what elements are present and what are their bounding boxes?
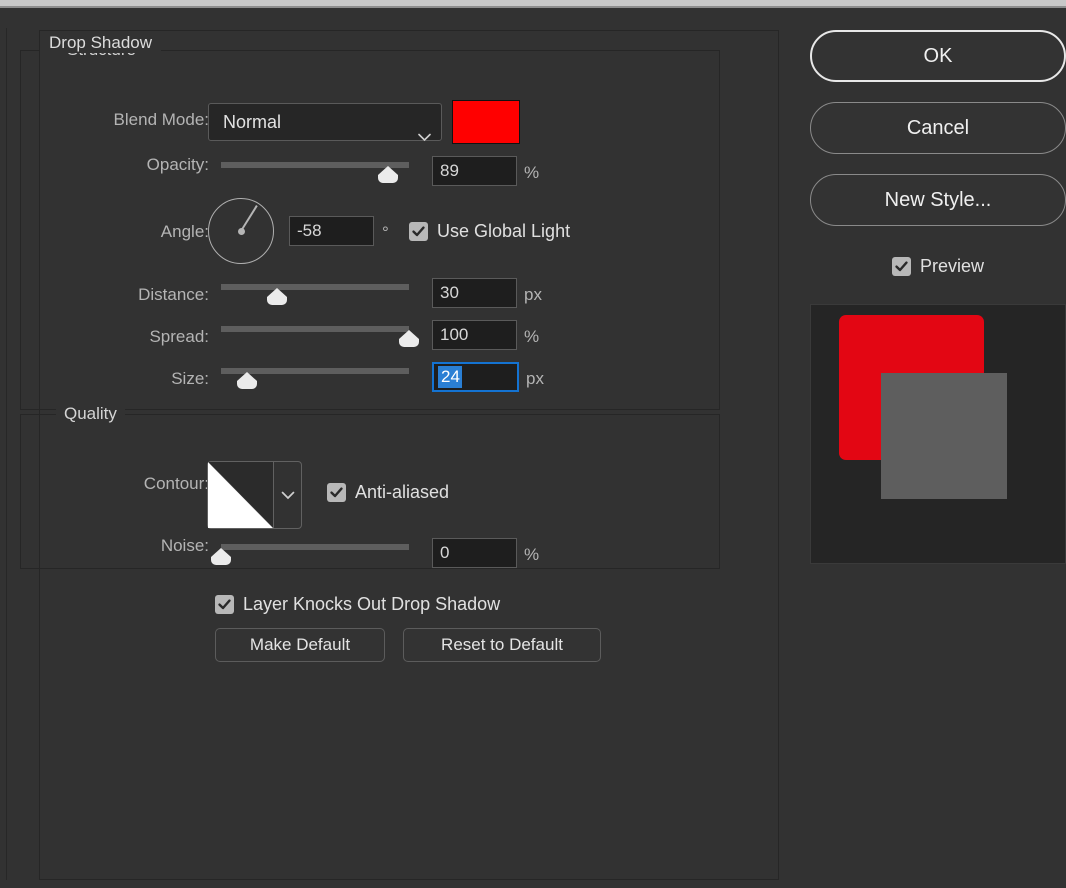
blend-mode-label: Blend Mode: — [113, 110, 209, 129]
spread-input[interactable]: 100 — [432, 320, 517, 350]
drop-shadow-title: Drop Shadow — [40, 33, 162, 53]
checkbox-checked-icon[interactable] — [409, 222, 428, 241]
noise-label: Noise: — [160, 536, 209, 555]
angle-input[interactable]: -58 — [289, 216, 374, 246]
distance-slider-thumb[interactable] — [267, 288, 288, 305]
distance-input[interactable]: 30 — [432, 278, 517, 308]
spread-slider[interactable] — [221, 322, 419, 352]
noise-slider[interactable] — [211, 540, 409, 570]
use-global-light-row[interactable]: Use Global Light — [409, 221, 570, 242]
noise-value: 0 — [440, 543, 450, 562]
opacity-slider[interactable] — [221, 158, 409, 188]
contour-picker[interactable] — [207, 461, 302, 529]
angle-value: -58 — [297, 221, 322, 240]
spread-label: Spread: — [149, 327, 209, 346]
chevron-down-icon — [418, 118, 431, 142]
preview-thumbnail — [810, 304, 1066, 564]
spread-slider-thumb[interactable] — [399, 330, 419, 347]
size-label: Size: — [171, 369, 209, 388]
new-style-button[interactable]: New Style... — [810, 174, 1066, 226]
angle-dial[interactable] — [208, 198, 274, 264]
preview-foreground-shape — [881, 373, 1007, 499]
make-default-button[interactable]: Make Default — [215, 628, 385, 662]
opacity-input[interactable]: 89 — [432, 156, 517, 186]
ok-button[interactable]: OK — [810, 30, 1066, 82]
preview-label: Preview — [919, 256, 985, 276]
contour-curve-preview — [208, 462, 273, 528]
reset-to-default-button[interactable]: Reset to Default — [403, 628, 601, 662]
layer-knocks-out-label: Layer Knocks Out Drop Shadow — [243, 594, 501, 614]
anti-aliased-label: Anti-aliased — [355, 482, 450, 502]
checkbox-checked-icon[interactable] — [327, 483, 346, 502]
opacity-value: 89 — [440, 161, 459, 180]
contour-dropdown-arrow[interactable] — [273, 462, 301, 528]
spread-unit: % — [524, 327, 540, 346]
noise-unit: % — [524, 545, 540, 564]
size-slider[interactable] — [221, 364, 409, 394]
opacity-slider-thumb[interactable] — [378, 166, 399, 183]
effects-list-divider — [6, 28, 7, 880]
angle-unit: ° — [382, 223, 389, 242]
contour-label: Contour: — [143, 474, 209, 493]
spread-slider-track — [221, 326, 409, 332]
checkbox-checked-icon[interactable] — [891, 257, 911, 276]
blend-mode-value: Normal — [223, 112, 282, 132]
distance-value: 30 — [440, 283, 459, 302]
noise-input[interactable]: 0 — [432, 538, 517, 568]
quality-legend: Quality — [56, 404, 125, 424]
use-global-light-label: Use Global Light — [437, 221, 571, 241]
size-input[interactable]: 24 — [432, 362, 519, 392]
cancel-button[interactable]: Cancel — [810, 102, 1066, 154]
preview-checkbox-row[interactable]: Preview — [810, 256, 1066, 277]
size-slider-thumb[interactable] — [237, 372, 258, 389]
action-buttons: OK Cancel New Style... — [810, 30, 1066, 246]
noise-slider-thumb[interactable] — [211, 548, 231, 565]
blend-mode-dropdown[interactable]: Normal — [208, 103, 442, 142]
opacity-label: Opacity: — [146, 155, 209, 174]
distance-unit: px — [524, 285, 542, 304]
layer-knocks-out-row[interactable]: Layer Knocks Out Drop Shadow — [215, 594, 500, 615]
spread-value: 100 — [440, 325, 469, 344]
distance-slider-track — [221, 284, 409, 290]
size-value: 24 — [438, 366, 462, 388]
angle-label: Angle: — [160, 222, 209, 241]
checkbox-checked-icon[interactable] — [215, 595, 234, 614]
opacity-unit: % — [524, 163, 540, 182]
window-titlebar-strip — [0, 0, 1066, 8]
shadow-color-swatch[interactable] — [452, 100, 520, 144]
noise-slider-track — [221, 544, 409, 550]
size-unit: px — [526, 369, 544, 388]
layer-style-dialog: Drop Shadow Structure Blend Mode: Opacit… — [0, 8, 1066, 888]
anti-aliased-row[interactable]: Anti-aliased — [327, 482, 449, 503]
contour-curve-shape — [208, 462, 273, 528]
angle-dial-hub — [237, 227, 245, 235]
distance-slider[interactable] — [221, 280, 409, 310]
distance-label: Distance: — [138, 285, 209, 304]
